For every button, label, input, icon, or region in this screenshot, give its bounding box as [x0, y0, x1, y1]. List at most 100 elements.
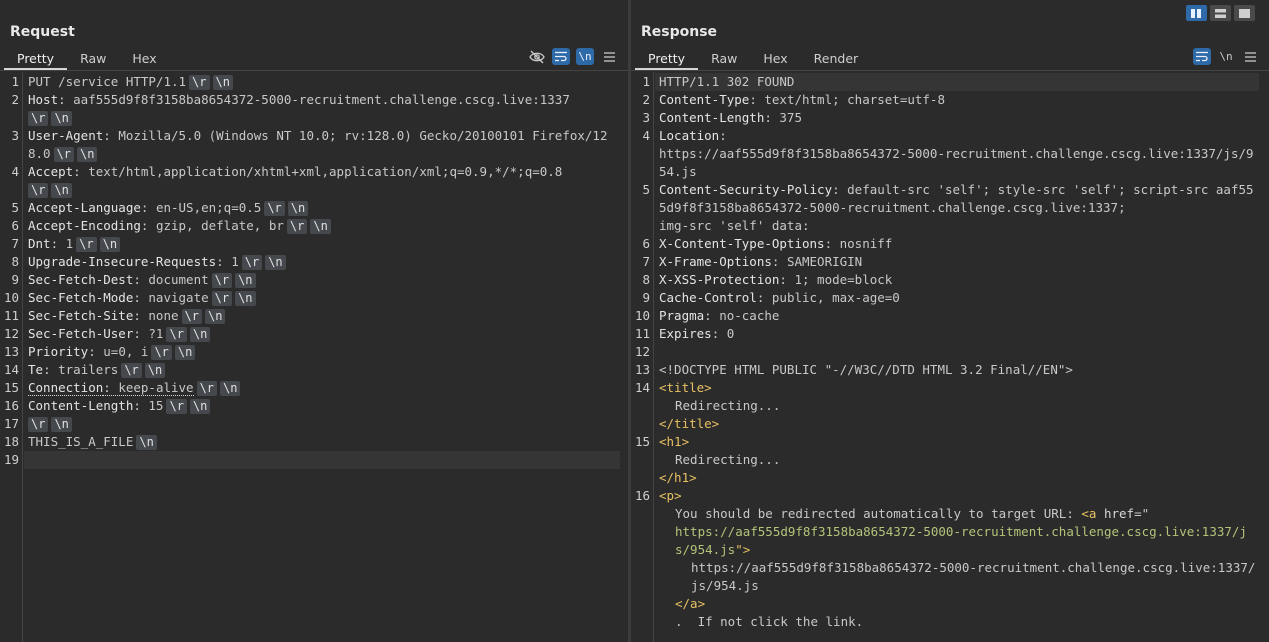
response-line[interactable]: Content-Type: text/html; charset=utf-8	[659, 91, 1257, 109]
hide-eye-icon[interactable]	[528, 48, 546, 65]
request-line[interactable]: Priority: u=0, i \r \n	[28, 343, 618, 361]
layout-single-button[interactable]	[1234, 5, 1255, 21]
response-line[interactable]: . If not click the link.	[659, 613, 1257, 631]
request-editor[interactable]: 1 2 3 4 5 6 7 8 9 10 11 12 13 14 15 16 17 18 19 PUT /servi…	[0, 72, 628, 642]
escape-badge: \n	[189, 399, 211, 414]
response-editor[interactable]: 1 2 3 4 5 6 7 8 9 10 11 12 13 14 15 16 HTTP/1.1 302 FOU…	[631, 72, 1269, 642]
header-name: X-Frame-Options	[659, 254, 772, 269]
header-name: Sec-Fetch-Dest	[28, 272, 134, 287]
html-tag: </a>	[675, 596, 706, 611]
response-line[interactable]: Redirecting...	[659, 451, 1257, 469]
request-line[interactable]: Sec-Fetch-Mode: navigate \r \n	[28, 289, 618, 307]
wrap-icon[interactable]	[1193, 48, 1211, 65]
response-line[interactable]: Location: https://aaf555d9f8f3158ba865437…	[659, 127, 1257, 181]
request-line[interactable]: THIS_IS_A_FILE \n	[28, 433, 618, 451]
response-line[interactable]: <p>	[659, 487, 1257, 505]
response-line[interactable]: X-Content-Type-Options: nosniff	[659, 235, 1257, 253]
request-line[interactable]: \r \n	[28, 415, 618, 433]
request-tab-raw[interactable]: Raw	[67, 48, 119, 70]
response-tab-raw[interactable]: Raw	[698, 48, 750, 70]
request-line[interactable]: Upgrade-Insecure-Requests: 1 \r \n	[28, 253, 618, 271]
line-number: 8	[642, 272, 650, 287]
escape-badge: \n	[51, 111, 72, 126]
request-line[interactable]: Dnt: 1 \r \n	[28, 235, 618, 253]
request-line[interactable]: Accept: text/html,application/xhtml+xml,…	[28, 163, 618, 199]
line-number: 9	[11, 272, 19, 287]
response-line[interactable]: <!DOCTYPE HTML PUBLIC "-//W3C//DTD HTML …	[659, 361, 1257, 379]
code-text: : keep-alive	[103, 380, 194, 396]
response-line[interactable]: https://aaf555d9f8f3158ba8654372-5000-re…	[659, 559, 1257, 595]
response-tab-render[interactable]: Render	[801, 48, 872, 70]
layout-side-by-side-button[interactable]	[1186, 5, 1207, 21]
line-number: 12	[3, 326, 19, 341]
line-number: 3	[642, 110, 650, 125]
request-tab-pretty[interactable]: Pretty	[4, 48, 68, 70]
response-line[interactable]: ​	[659, 343, 1257, 361]
response-tab-hex[interactable]: Hex	[750, 48, 800, 70]
header-name: Te	[28, 362, 44, 377]
response-line[interactable]: Pragma: no-cache	[659, 307, 1257, 325]
response-line[interactable]: </a>	[659, 595, 1257, 613]
code-text: Redirecting...	[675, 452, 781, 467]
request-line[interactable]: Accept-Encoding: gzip, deflate, br \r \n	[28, 217, 618, 235]
response-toolbar: \n	[1193, 48, 1259, 65]
line-number: 6	[11, 218, 19, 233]
header-name: Content-Length	[659, 110, 765, 125]
code-text: : gzip, deflate, br	[140, 218, 284, 233]
escape-badge: \n	[235, 273, 256, 288]
html-tag: <p>	[659, 488, 682, 503]
response-line[interactable]: https://aaf555d9f8f3158ba8654372-5000-re…	[659, 523, 1257, 559]
response-line[interactable]: Expires: 0	[659, 325, 1257, 343]
response-code[interactable]: HTTP/1.1 302 FOUND Content-Type: text/htm…	[655, 73, 1259, 631]
request-tab-hex[interactable]: Hex	[119, 48, 169, 70]
request-line[interactable]: Content-Length: 15 \r \n	[28, 397, 618, 415]
response-line[interactable]: Redirecting...	[659, 397, 1257, 415]
menu-icon[interactable]	[600, 48, 618, 65]
response-line[interactable]: Content-Security-Policy: default-src 'se…	[659, 181, 1257, 235]
menu-icon[interactable]	[1241, 48, 1259, 65]
response-line[interactable]: You should be redirected automatically t…	[659, 505, 1257, 523]
wrap-icon[interactable]	[552, 48, 570, 65]
response-line[interactable]: </title>	[659, 415, 1257, 433]
escape-badge: \r	[166, 399, 187, 414]
response-tab-pretty[interactable]: Pretty	[635, 48, 699, 70]
request-line[interactable]: User-Agent: Mozilla/5.0 (Windows NT 10.0…	[28, 127, 618, 163]
code-text: . If not click the link.	[675, 614, 864, 629]
escape-badge: \r	[28, 417, 49, 432]
request-line[interactable]: PUT /service HTTP/1.1 \r \n	[28, 73, 618, 91]
request-line[interactable]: Connection: keep-alive \r \n	[28, 379, 618, 397]
newline-icon[interactable]: \n	[576, 48, 594, 65]
header-name: Cache-Control	[659, 290, 757, 305]
response-line[interactable]: </h1>	[659, 469, 1257, 487]
response-line[interactable]: HTTP/1.1 302 FOUND	[655, 73, 1259, 91]
request-line[interactable]: Host: aaf555d9f8f3158ba8654372-5000-recr…	[28, 91, 618, 127]
newline-icon[interactable]: \n	[1217, 48, 1235, 65]
response-line[interactable]: Cache-Control: public, max-age=0	[659, 289, 1257, 307]
response-line[interactable]: <title>	[659, 379, 1257, 397]
request-line[interactable]: ​	[24, 451, 620, 469]
header-name: Accept-Language	[28, 200, 141, 215]
escape-badge: \n	[265, 255, 286, 270]
request-line[interactable]: Te: trailers \r \n	[28, 361, 618, 379]
line-number: 13	[634, 362, 650, 377]
header-name: Expires	[659, 326, 712, 341]
code-text: : nosniff	[824, 236, 893, 251]
response-line[interactable]: X-Frame-Options: SAMEORIGIN	[659, 253, 1257, 271]
request-code[interactable]: PUT /service HTTP/1.1 \r \n Host: aaf555d9f…	[24, 73, 620, 469]
header-name: Content-Security-Policy	[659, 182, 833, 197]
header-name: Dnt	[28, 236, 51, 251]
code-text: : public, max-age=0	[756, 290, 900, 305]
request-line[interactable]: Sec-Fetch-Dest: document \r \n	[28, 271, 618, 289]
layout-top-bottom-button[interactable]	[1210, 5, 1231, 21]
response-line[interactable]: <h1>	[659, 433, 1257, 451]
response-line[interactable]: X-XSS-Protection: 1; mode=block	[659, 271, 1257, 289]
request-line[interactable]: Sec-Fetch-User: ?1 \r \n	[28, 325, 618, 343]
attr-value: https://aaf555d9f8f3158ba8654372-5000-re…	[675, 524, 1247, 557]
line-number: 15	[3, 380, 19, 395]
request-line[interactable]: Accept-Language: en-US,en;q=0.5 \r \n	[28, 199, 618, 217]
line-number: 14	[634, 380, 650, 395]
request-line[interactable]: Sec-Fetch-Site: none \r \n	[28, 307, 618, 325]
http-message-editor: Request Pretty Raw Hex \n 1 2 3 4 5 6 7 8 9 10 11 1…	[0, 0, 1269, 642]
header-name: Sec-Fetch-Mode	[28, 290, 134, 305]
response-line[interactable]: Content-Length: 375	[659, 109, 1257, 127]
